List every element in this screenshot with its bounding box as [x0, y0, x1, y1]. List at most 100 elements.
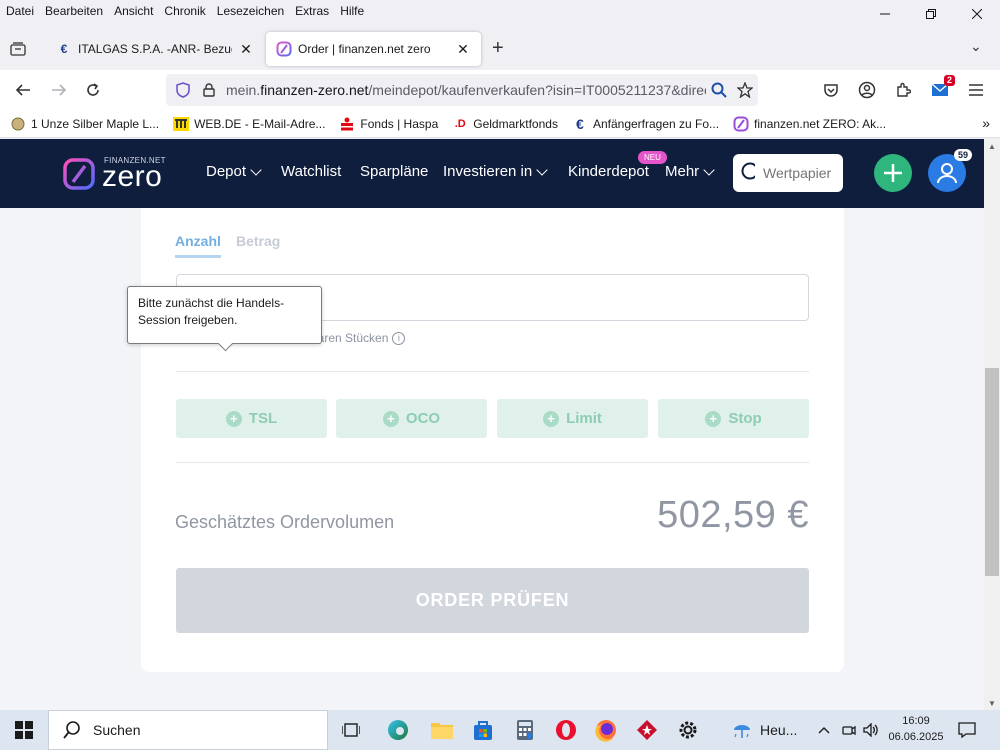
menu-chronik[interactable]: Chronik	[164, 4, 205, 18]
meet-now-icon[interactable]	[842, 710, 856, 750]
zero-favicon-icon	[276, 41, 292, 57]
hamburger-menu-icon[interactable]	[963, 78, 989, 102]
nav-depot[interactable]: Depot	[206, 163, 262, 180]
navigation-bar: mein.finanzen-zero.net/meindepot/kaufenv…	[0, 70, 1000, 110]
restore-button[interactable]	[908, 0, 954, 28]
file-explorer-icon[interactable]	[426, 714, 458, 746]
menu-bearbeiten[interactable]: Bearbeiten	[45, 4, 103, 18]
order-volume-label: Geschätztes Ordervolumen	[175, 512, 395, 532]
reload-button[interactable]	[80, 78, 106, 102]
reload-icon	[87, 83, 99, 96]
order-pruefen-button[interactable]: ORDER PRÜFEN	[176, 568, 809, 633]
bookmark-star-icon[interactable]	[732, 77, 758, 103]
tooltip: Bitte zunächst die Handels-Session freig…	[127, 286, 322, 344]
plus-circle-icon: +	[225, 410, 242, 427]
notification-center-icon[interactable]	[958, 710, 976, 750]
scrollbar-thumb[interactable]	[985, 368, 999, 576]
search-icon[interactable]	[706, 77, 732, 103]
calculator-icon[interactable]	[509, 714, 541, 746]
add-button[interactable]	[874, 154, 912, 192]
plus-circle-icon: +	[705, 410, 722, 427]
windows-icon	[15, 721, 33, 739]
bookmark-item[interactable]: WEB.DE - E-Mail-Adre...	[173, 116, 325, 132]
menu-hilfe[interactable]: Hilfe	[340, 4, 364, 18]
euro-icon: €	[576, 115, 584, 132]
weather-icon[interactable]	[726, 714, 758, 746]
scroll-up-icon[interactable]: ▲	[984, 139, 1000, 153]
oco-button[interactable]: + OCO	[336, 399, 487, 438]
site-search-box[interactable]	[733, 154, 843, 192]
settings-gear-icon[interactable]	[672, 714, 704, 746]
forward-button[interactable]	[46, 78, 72, 102]
chevron-down-icon	[703, 163, 715, 176]
close-tab-icon[interactable]: ✕	[455, 41, 471, 58]
stop-button[interactable]: + Stop	[658, 399, 809, 438]
limit-button[interactable]: + Limit	[497, 399, 648, 438]
pocket-icon[interactable]	[818, 78, 844, 102]
nav-investieren-in[interactable]: Investieren in	[443, 163, 548, 180]
tab-betrag[interactable]: Betrag	[236, 233, 280, 249]
menu-lesezeichen[interactable]: Lesezeichen	[217, 4, 284, 18]
close-window-button[interactable]	[954, 0, 1000, 28]
logo-big-text: zero	[102, 160, 163, 193]
bookmark-item[interactable]: finanzen.net ZERO: Ak...	[733, 116, 886, 132]
bookmark-item[interactable]: .D Geldmarktfonds	[452, 116, 558, 132]
url-bar[interactable]: mein.finanzen-zero.net/meindepot/kaufenv…	[166, 74, 758, 106]
store-icon[interactable]	[467, 714, 499, 746]
search-icon	[63, 721, 80, 739]
opera-icon[interactable]	[550, 714, 582, 746]
url-text[interactable]: mein.finanzen-zero.net/meindepot/kaufenv…	[226, 82, 706, 98]
nav-kinderdepot[interactable]: Kinderdepot	[568, 163, 649, 180]
nav-mehr[interactable]: Mehr	[665, 163, 715, 180]
finanzen-zero-logo[interactable]: FINANZEN.NET zero	[62, 154, 166, 194]
scroll-down-icon[interactable]: ▼	[984, 696, 1000, 710]
shield-icon[interactable]	[174, 81, 192, 99]
notification-badge: 59	[954, 149, 973, 161]
edge-icon[interactable]	[382, 714, 414, 746]
back-button[interactable]	[10, 78, 36, 102]
chevron-down-icon[interactable]: ⌄	[970, 38, 982, 55]
new-tab-button[interactable]: +	[492, 37, 504, 60]
menu-extras[interactable]: Extras	[295, 4, 329, 18]
pokerstars-icon[interactable]	[631, 714, 663, 746]
info-icon[interactable]: i	[392, 331, 406, 345]
menu-ansicht[interactable]: Ansicht	[114, 4, 153, 18]
mail-extension-icon[interactable]: 2	[927, 75, 955, 102]
minimize-button[interactable]	[862, 0, 908, 28]
search-icon	[741, 162, 755, 180]
tab-list-button[interactable]	[6, 38, 30, 60]
divider	[176, 371, 809, 372]
start-button[interactable]	[0, 710, 48, 750]
menu-datei[interactable]: Datei	[6, 4, 34, 18]
tab-anzahl[interactable]: Anzahl	[175, 233, 221, 258]
webde-icon	[173, 116, 190, 132]
sparkasse-icon	[339, 116, 355, 132]
weather-text[interactable]: Heu...	[760, 710, 797, 750]
chevron-down-icon	[536, 163, 548, 176]
bookmarks-overflow-icon[interactable]: »	[982, 115, 990, 131]
plus-circle-icon: +	[382, 410, 399, 427]
close-tab-icon[interactable]: ✕	[238, 41, 254, 58]
order-volume-value: 502,59 €	[657, 494, 809, 536]
plus-circle-icon: +	[543, 410, 560, 427]
tab-italgas[interactable]: € ITALGAS S.P.A. -ANR- Bezugsrecht ✕	[46, 32, 264, 66]
bookmark-item[interactable]: Fonds | Haspa	[339, 116, 438, 132]
lock-icon[interactable]	[200, 81, 218, 99]
bookmark-item[interactable]: € Anfängerfragen zu Fo...	[572, 116, 719, 132]
task-view-icon[interactable]	[335, 714, 367, 746]
extensions-puzzle-icon[interactable]	[890, 78, 916, 102]
nav-sparplaene[interactable]: Sparpläne	[360, 163, 428, 180]
taskbar-search[interactable]: Suchen	[48, 710, 328, 750]
firefox-icon[interactable]	[590, 714, 622, 746]
nav-watchlist[interactable]: Watchlist	[281, 163, 341, 180]
site-search-input[interactable]	[763, 165, 843, 181]
bookmark-item[interactable]: 1 Unze Silber Maple L...	[10, 116, 159, 132]
tab-order[interactable]: Order | finanzen.net zero ✕	[266, 32, 481, 66]
account-sync-icon[interactable]	[854, 78, 880, 102]
system-clock[interactable]: 16:09 06.06.2025	[888, 713, 944, 745]
speaker-icon[interactable]	[863, 710, 879, 750]
mail-badge: 2	[943, 75, 955, 86]
chevron-down-icon	[250, 163, 262, 176]
tsl-button[interactable]: + TSL	[176, 399, 327, 438]
chevron-up-icon[interactable]	[818, 710, 830, 750]
